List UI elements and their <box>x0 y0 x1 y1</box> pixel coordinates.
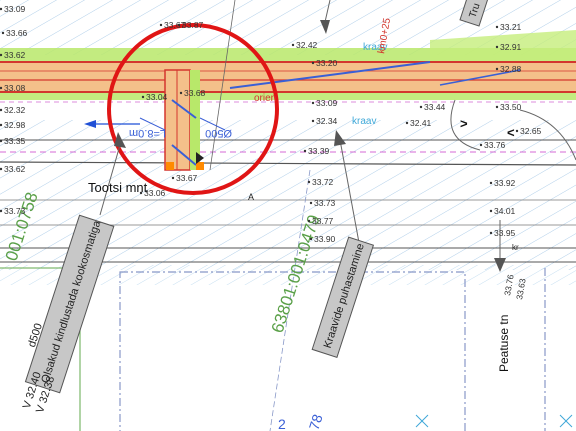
elevation-label: 33.06 <box>144 188 166 198</box>
elevation-label: 32.32 <box>4 105 26 115</box>
elevation-label: 32.65 <box>520 126 542 136</box>
elevation-label: 33.77 <box>312 216 334 226</box>
marker-orange-1 <box>166 162 174 170</box>
elevation-point <box>291 43 295 47</box>
road-band <box>0 62 576 92</box>
elevation-point <box>489 209 493 213</box>
elevation-point <box>495 105 499 109</box>
elevation-label: 33.92 <box>494 178 516 188</box>
elevation-label: 33.21 <box>500 22 522 32</box>
cad-plan: Olsakud kindlustada kookosmatiga Kraavid… <box>0 0 576 431</box>
elevation-label: 33.62 <box>4 164 26 174</box>
elevation-label: 33.50 <box>500 102 522 112</box>
elevation-point <box>479 143 483 147</box>
elevation-label: 33.08 <box>4 83 26 93</box>
elevation-label: 32.88 <box>500 64 522 74</box>
survey-symbol-1: < <box>507 125 515 140</box>
elevation-label: 34.01 <box>494 206 516 216</box>
elevation-label: 32.91 <box>500 42 522 52</box>
elevation-point <box>139 191 143 195</box>
elevation-label: 33.67 <box>176 173 198 183</box>
elevation-point <box>311 61 315 65</box>
cross-markers <box>415 414 573 428</box>
elevation-point <box>495 25 499 29</box>
elevation-point <box>307 219 311 223</box>
elevation-label: 33.67 <box>164 20 186 30</box>
elevation-point <box>495 45 499 49</box>
elevation-label: 33.09 <box>316 98 338 108</box>
label-pipe-d: Ø500 <box>205 127 232 139</box>
street-label-peatuse: Peatuse tn <box>497 315 511 372</box>
elevation-point <box>307 180 311 184</box>
map-canvas: Olsakud kindlustada kookosmatiga Kraavid… <box>0 0 576 431</box>
elevation-label: 33.20 <box>316 58 338 68</box>
label-kr: kr <box>512 243 519 252</box>
elevation-label: 33.68 <box>184 88 206 98</box>
label-orient: orien <box>254 93 276 104</box>
elevation-label: 33.66 <box>6 28 28 38</box>
label-bottom-num: 78 <box>306 412 326 431</box>
elevation-point <box>309 237 313 241</box>
elevation-point <box>159 23 163 27</box>
elevation-point <box>171 176 175 180</box>
elevation-point <box>1 31 5 35</box>
marker-orange-2 <box>196 162 204 170</box>
elevation-point <box>489 181 493 185</box>
label-point-a: A <box>248 192 254 202</box>
elevation-point <box>179 91 183 95</box>
elevation-point <box>419 105 423 109</box>
elevation-label: 32.34 <box>316 116 338 126</box>
label-pipe-len: L=8.0m <box>129 127 166 139</box>
elevation-label: 32.42 <box>296 40 318 50</box>
elevation-label: 33.95 <box>494 228 516 238</box>
elevation-point <box>405 121 409 125</box>
elevation-point <box>141 95 145 99</box>
street-label-tootsi: Tootsi mnt <box>88 180 148 195</box>
elevation-point <box>0 108 3 112</box>
elevation-point <box>489 231 493 235</box>
elevation-point <box>495 67 499 71</box>
elevation-label: 33.90 <box>314 234 336 244</box>
elevation-label: 33.44 <box>424 102 446 112</box>
elevation-label: 33.39 <box>308 146 330 156</box>
elevation-point <box>309 201 313 205</box>
elevation-label: 33.72 <box>312 177 334 187</box>
elevation-label: 32.98 <box>4 120 26 130</box>
label-bottom-num2: 2 <box>278 416 286 431</box>
survey-symbol-2: > <box>460 116 468 131</box>
elevation-label: 33.09 <box>4 4 26 14</box>
elevation-label: 33.62 <box>4 50 26 60</box>
elevation-point <box>311 119 315 123</box>
elevation-label: 33.76 <box>484 140 506 150</box>
elevation-label: 32.41 <box>410 118 432 128</box>
label-kraav-mid: kraav <box>352 116 376 127</box>
elevation-point <box>311 101 315 105</box>
elevation-label: 33.04 <box>146 92 168 102</box>
elevation-label: 33.35 <box>4 136 26 146</box>
elevation-label: 33.73 <box>4 206 26 216</box>
elevation-point <box>303 149 307 153</box>
elevation-label: 33.73 <box>314 198 336 208</box>
elevation-point <box>515 129 519 133</box>
